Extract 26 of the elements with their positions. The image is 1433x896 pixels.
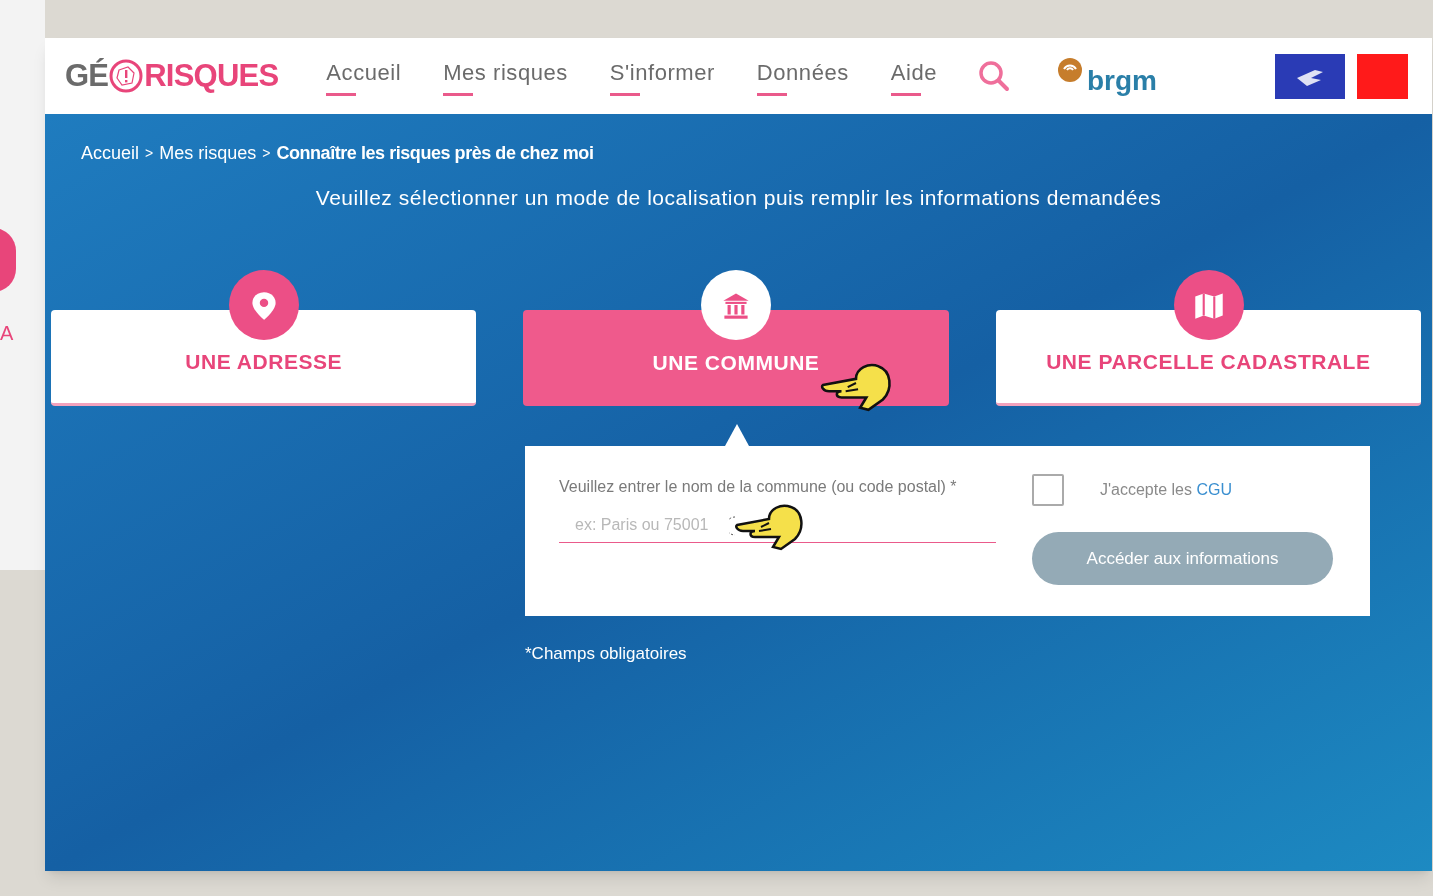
nav-link[interactable]: Aide	[890, 56, 937, 96]
nav-link[interactable]: Accueil	[326, 56, 402, 96]
breadcrumb-separator: >	[262, 144, 271, 163]
nav-link[interactable]: Mes risques	[443, 56, 568, 96]
terms-link[interactable]: CGU	[1196, 481, 1232, 498]
nav-link[interactable]: S'informer	[609, 56, 715, 96]
search-icon[interactable]	[977, 59, 1011, 93]
location-mode-tab[interactable]: UNE COMMUNE	[523, 310, 949, 406]
nav-link[interactable]: Données	[756, 56, 849, 96]
breadcrumb-link[interactable]: Mes risques	[159, 140, 257, 167]
partner-emblem-icon	[1057, 57, 1083, 83]
breadcrumb-link[interactable]: Accueil	[81, 140, 140, 167]
breadcrumb-separator: >	[145, 144, 154, 163]
site-logo[interactable]: GÉ RISQUES	[65, 52, 279, 100]
location-mode-tab[interactable]: UNE ADRESSE	[51, 310, 477, 406]
location-mode-tab[interactable]: UNE PARCELLE CADASTRALE	[995, 310, 1421, 406]
background-text: A	[0, 321, 14, 346]
flag-emblem[interactable]	[1275, 53, 1408, 99]
required-note: *Champs obligatoires	[525, 643, 687, 665]
breadcrumb-current: Connaître les risques près de chez moi	[276, 142, 594, 165]
partner-logo[interactable]: brgm	[1057, 57, 1157, 95]
terms-label: J'accepte les	[1100, 481, 1192, 498]
instruction-text: Veuillez sélectionner un mode de localisation puis remplir les informations demandées	[314, 185, 1163, 211]
field-label: Veuillez entrer le nom de la commune (ou code postal) *	[559, 477, 958, 497]
partner-name: brgm	[1087, 67, 1157, 95]
terms-checkbox[interactable]	[1032, 474, 1064, 506]
